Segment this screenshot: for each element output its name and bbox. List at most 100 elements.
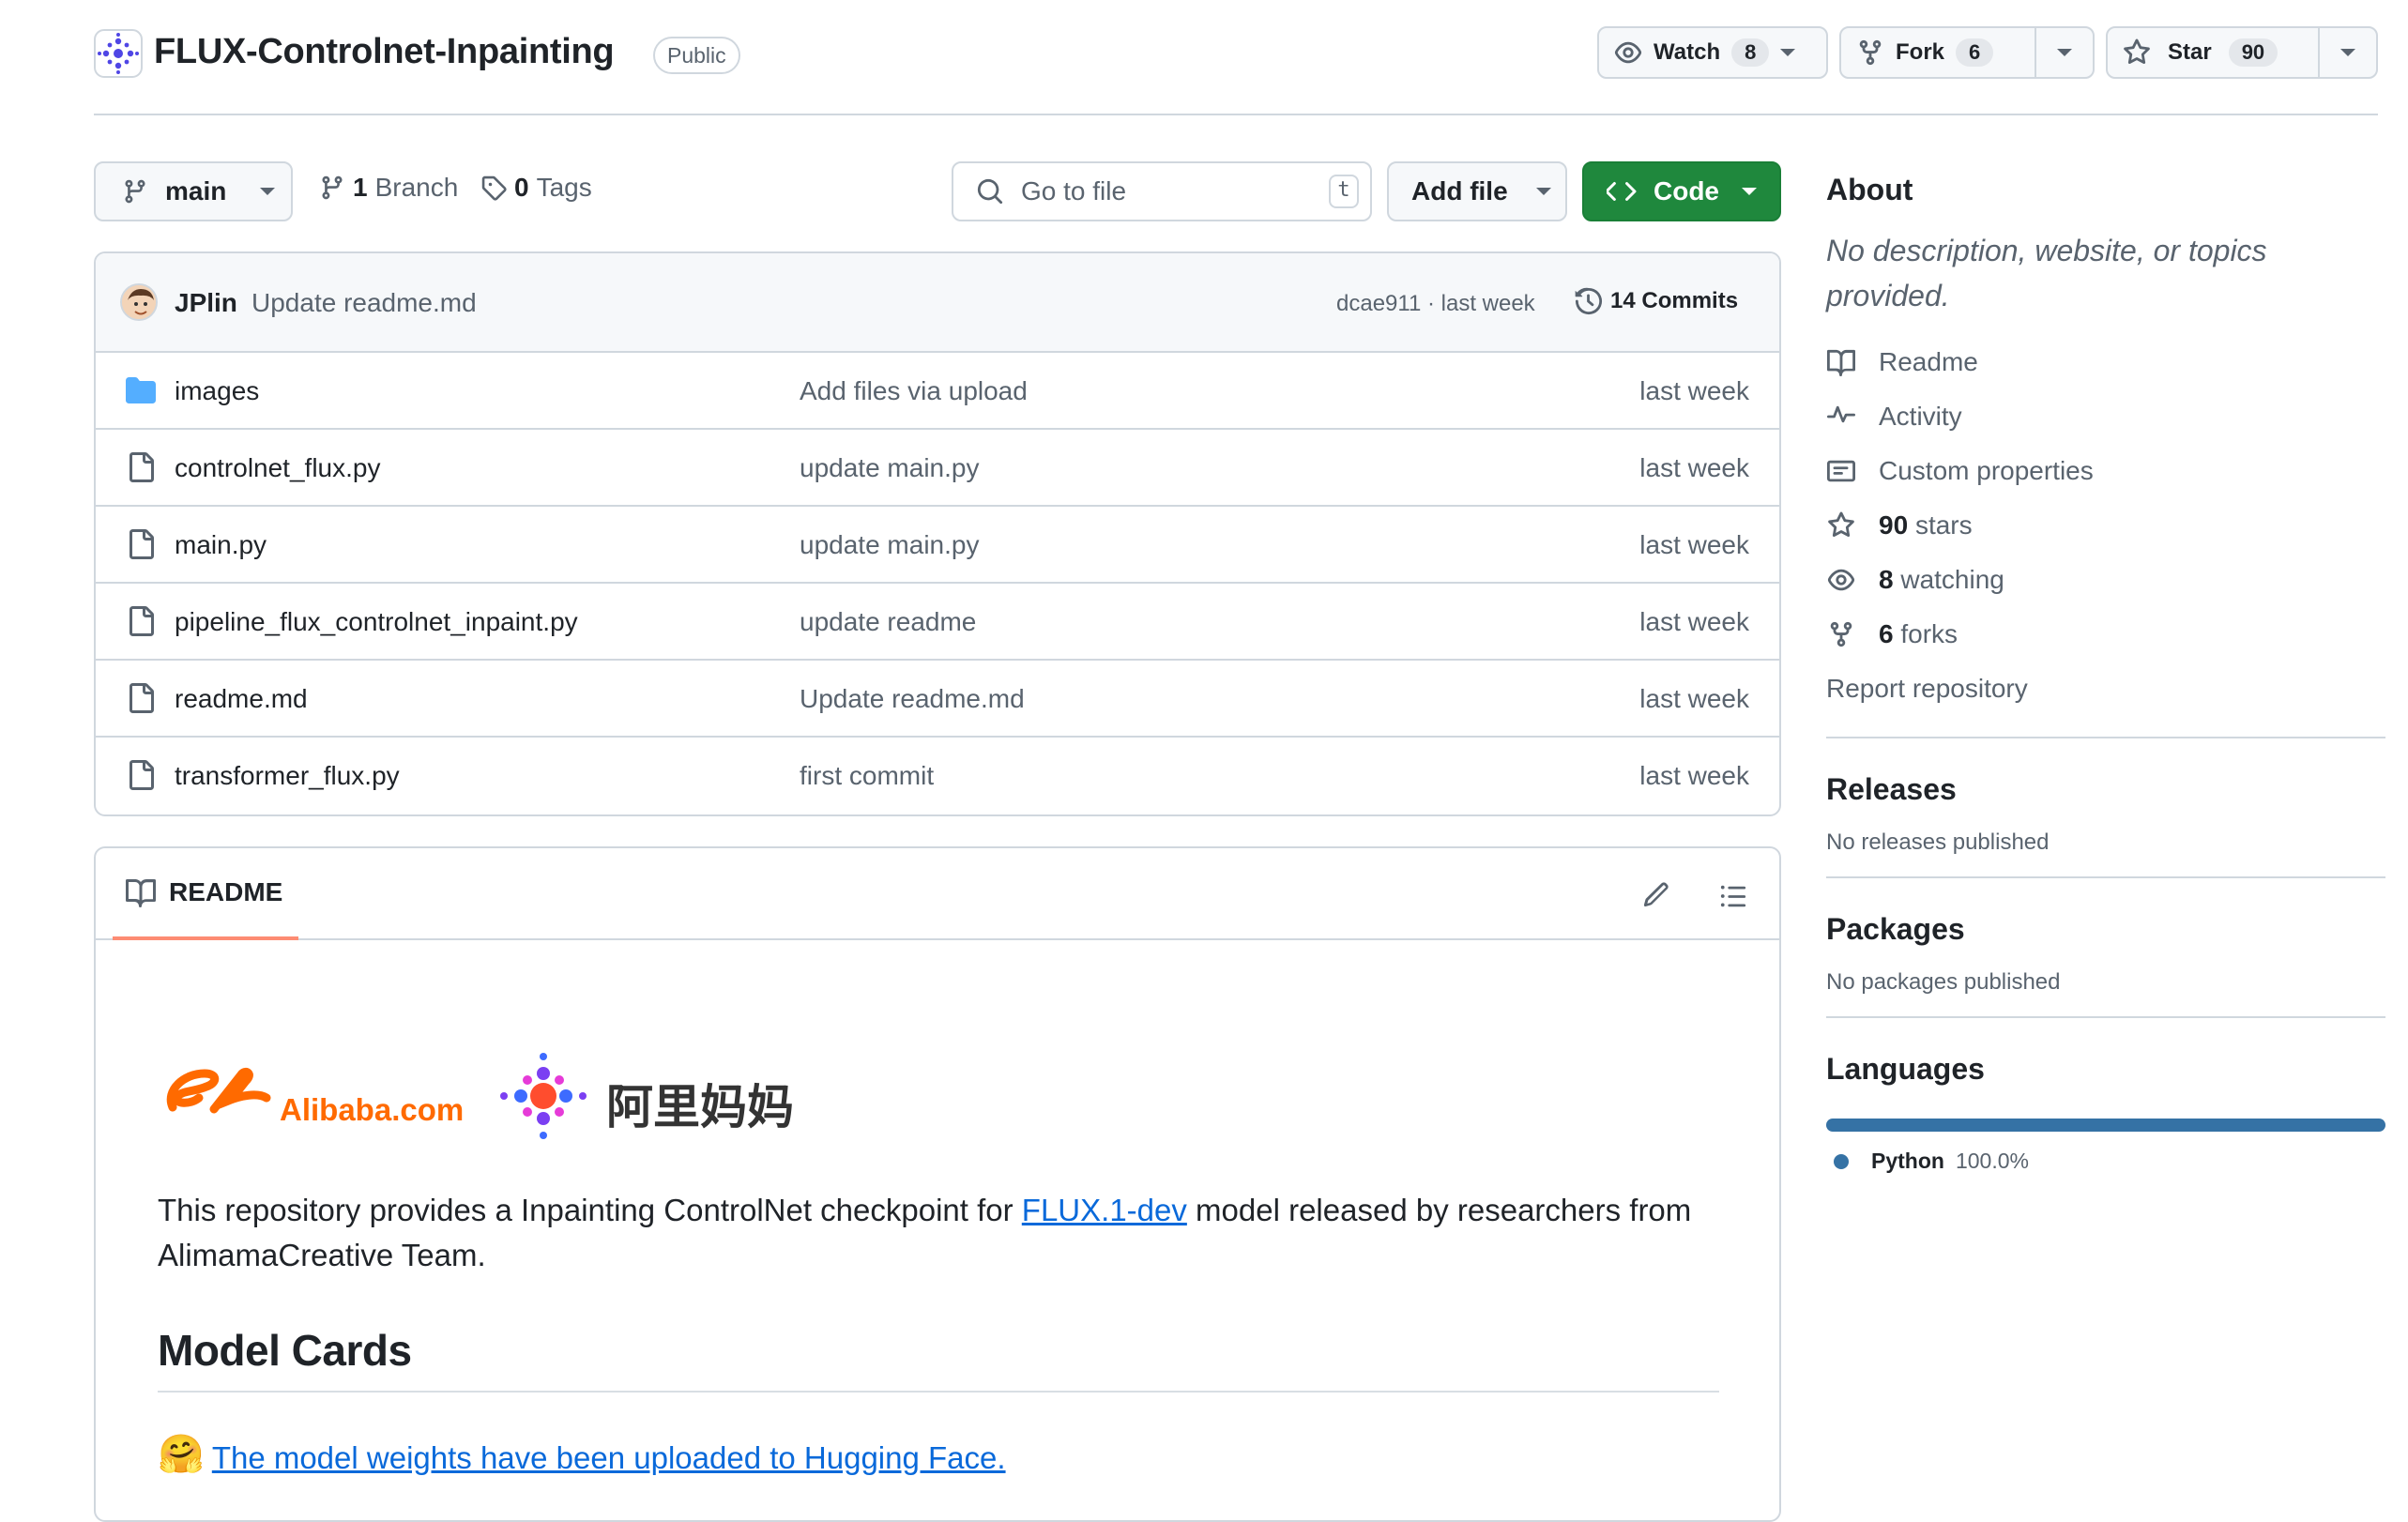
sidebar-item-custom-properties[interactable]: Custom properties: [1826, 444, 2385, 498]
sidebar-item-watching[interactable]: 8 watching: [1826, 553, 2385, 607]
watch-button[interactable]: Watch 8: [1599, 28, 1826, 77]
fork-caret-icon: [2057, 49, 2072, 56]
intro-text-before: This repository provides a Inpainting Co…: [158, 1193, 1022, 1227]
fork-icon: [1826, 620, 1856, 648]
file-icon: [126, 606, 156, 636]
add-file-button[interactable]: Add file: [1387, 161, 1567, 221]
file-icon: [126, 452, 156, 482]
table-row[interactable]: transformer_flux.py first commit last we…: [96, 738, 1779, 814]
add-file-label: Add file: [1411, 176, 1508, 205]
table-row[interactable]: images Add files via upload last week: [96, 353, 1779, 430]
report-repository-link[interactable]: Report repository: [1826, 662, 2385, 716]
file-icon: [126, 529, 156, 559]
star-dropdown-button[interactable]: [2318, 28, 2376, 77]
latest-commit-bar: JPlin Update readme.md dcae911 · last we…: [96, 253, 1779, 353]
list-unordered-icon[interactable]: [1719, 882, 1747, 910]
file-name[interactable]: pipeline_flux_controlnet_inpaint.py: [175, 607, 578, 637]
watching-label: watching: [1900, 565, 2004, 594]
sidebar-divider: [1826, 737, 2385, 738]
report-label: Report repository: [1826, 674, 2028, 703]
file-name[interactable]: images: [175, 376, 259, 406]
hugging-face-emoji-icon: 🤗: [158, 1433, 205, 1476]
branch-name: main: [165, 176, 227, 205]
file-commit-message[interactable]: Update readme.md: [800, 684, 1025, 714]
file-commit-message[interactable]: update main.py: [800, 530, 979, 560]
file-commit-message[interactable]: first commit: [800, 761, 934, 791]
code-button[interactable]: Code: [1582, 161, 1781, 221]
language-bar[interactable]: [1826, 1119, 2385, 1132]
star-button[interactable]: Star 90: [2108, 28, 2318, 77]
sidebar-item-activity[interactable]: Activity: [1826, 389, 2385, 444]
git-branch-icon: [122, 178, 148, 205]
table-row[interactable]: pipeline_flux_controlnet_inpaint.py upda…: [96, 584, 1779, 661]
avatar[interactable]: [120, 283, 158, 321]
sidebar-item-label: Activity: [1879, 402, 1962, 431]
commit-hash-time[interactable]: dcae911 · last week: [1336, 291, 1535, 317]
stars-label: stars: [1914, 510, 1973, 540]
language-legend-item[interactable]: Python 100.0%: [1826, 1149, 2385, 1174]
watch-button-group: Watch 8: [1597, 26, 1828, 79]
table-row[interactable]: main.py update main.py last week: [96, 507, 1779, 584]
file-table: JPlin Update readme.md dcae911 · last we…: [94, 251, 1781, 816]
sidebar-item-label: Readme: [1879, 347, 1978, 376]
commit-author[interactable]: JPlin: [175, 288, 237, 318]
table-row[interactable]: readme.md Update readme.md last week: [96, 661, 1779, 738]
sidebar-item-forks[interactable]: 6 forks: [1826, 607, 2385, 662]
file-commit-message[interactable]: update main.py: [800, 453, 979, 483]
go-to-file-input[interactable]: Go to file t: [952, 161, 1372, 221]
commits-count-label: 14 Commits: [1610, 288, 1739, 313]
note-icon: [1826, 457, 1856, 485]
language-name: Python: [1871, 1149, 1944, 1173]
hugging-face-link[interactable]: The model weights have been uploaded to …: [212, 1440, 1006, 1476]
tag-icon: [480, 175, 507, 201]
branches-link[interactable]: 1 Branch: [319, 173, 458, 203]
pencil-icon[interactable]: [1642, 880, 1670, 908]
repo-owner-logo-icon[interactable]: [94, 29, 143, 78]
tags-link[interactable]: 0 Tags: [480, 173, 592, 203]
star-icon: [2123, 38, 2151, 67]
file-name[interactable]: controlnet_flux.py: [175, 453, 380, 483]
language-percent: 100.0%: [1955, 1149, 2029, 1173]
commit-message[interactable]: Update readme.md: [251, 288, 477, 318]
sidebar-item-stars[interactable]: 90 stars: [1826, 498, 2385, 553]
packages-heading[interactable]: Packages: [1826, 912, 2385, 947]
file-name[interactable]: main.py: [175, 530, 267, 560]
file-commit-message[interactable]: Add files via upload: [800, 376, 1028, 406]
forks-count: 6: [1879, 619, 1894, 648]
code-caret-icon: [1742, 188, 1757, 195]
commits-link[interactable]: 14 Commits: [1575, 287, 1738, 315]
repo-name-link[interactable]: FLUX-Controlnet-Inpainting: [154, 32, 615, 72]
alibaba-logo-text: Alibaba.com: [280, 1092, 465, 1127]
fork-button[interactable]: Fork 6: [1841, 28, 2035, 77]
book-icon: [1826, 348, 1856, 376]
fork-label: Fork: [1896, 39, 1945, 65]
branch-count-label: Branch: [374, 173, 459, 202]
table-row[interactable]: controlnet_flux.py update main.py last w…: [96, 430, 1779, 507]
search-icon: [976, 177, 1004, 205]
alimama-logo-icon: [500, 1053, 587, 1139]
file-commit-message[interactable]: update readme: [800, 607, 976, 637]
visibility-badge: Public: [653, 37, 740, 74]
file-name[interactable]: readme.md: [175, 684, 308, 714]
fork-count: 6: [1956, 38, 1994, 67]
releases-heading[interactable]: Releases: [1826, 772, 2385, 807]
flux-dev-link[interactable]: FLUX.1-dev: [1022, 1193, 1187, 1227]
file-time: last week: [1639, 684, 1749, 713]
alimama-logo-text: 阿里妈妈: [606, 1080, 794, 1134]
branch-select-button[interactable]: main: [94, 161, 293, 221]
file-time: last week: [1639, 376, 1749, 405]
file-name[interactable]: transformer_flux.py: [175, 761, 400, 791]
branch-count: 1: [353, 173, 368, 202]
eye-icon: [1826, 566, 1856, 594]
sidebar-divider: [1826, 1016, 2385, 1018]
tag-count-label: Tags: [536, 173, 592, 202]
pulse-icon: [1826, 403, 1856, 431]
git-branch-icon: [319, 175, 345, 201]
sidebar-item-readme[interactable]: Readme: [1826, 335, 2385, 389]
watch-count: 8: [1731, 38, 1770, 67]
file-time: last week: [1639, 761, 1749, 790]
alibaba-logo-icon: [166, 1067, 271, 1114]
tab-readme[interactable]: README: [113, 848, 298, 940]
fork-dropdown-button[interactable]: [2035, 28, 2093, 77]
file-icon: [126, 683, 156, 713]
